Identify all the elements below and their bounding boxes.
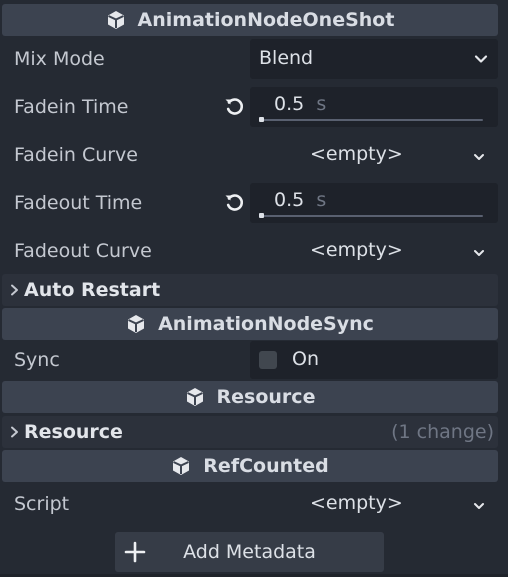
- property-fadein-curve: Fadein Curve <empty>: [0, 131, 508, 179]
- group-label: Auto Restart: [24, 279, 161, 301]
- mix-mode-dropdown[interactable]: Blend: [250, 39, 498, 79]
- reset-icon[interactable]: [223, 191, 245, 213]
- property-sync: Sync On: [0, 336, 508, 384]
- group-label: Resource: [24, 421, 123, 443]
- property-label: Mix Mode: [14, 48, 105, 70]
- sync-checkbox-label: On: [292, 348, 319, 370]
- group-resource[interactable]: Resource (1 change): [2, 416, 498, 448]
- chevron-right-icon: [11, 284, 18, 296]
- fadein-time-value: 0.5 s: [274, 93, 327, 115]
- fadein-time-slider-grabber[interactable]: [259, 117, 264, 122]
- cube-icon: [107, 11, 124, 29]
- script-picker[interactable]: <empty>: [250, 484, 498, 524]
- fadeout-time-unit: s: [316, 189, 327, 211]
- inspector-panel: AnimationNodeOneShot Mix Mode Blend Fade…: [0, 0, 508, 577]
- group-auto-restart[interactable]: Auto Restart: [2, 274, 498, 306]
- fadein-curve-value: <empty>: [310, 143, 403, 165]
- fadein-time-unit: s: [316, 93, 327, 115]
- section-title: AnimationNodeOneShot: [137, 9, 395, 31]
- fadeout-curve-picker[interactable]: <empty>: [250, 231, 498, 271]
- chevron-down-icon[interactable]: [471, 149, 487, 165]
- fadeout-time-value: 0.5 s: [274, 189, 327, 211]
- property-label: Fadeout Curve: [14, 240, 152, 262]
- fadein-time-spinbox[interactable]: 0.5 s: [250, 87, 498, 127]
- group-change-count: (1 change): [391, 421, 494, 443]
- section-title: RefCounted: [203, 455, 329, 477]
- fadein-time-slider[interactable]: [259, 119, 483, 121]
- chevron-down-icon: [474, 55, 488, 63]
- section-header-resource[interactable]: Resource: [2, 381, 498, 413]
- add-metadata-button[interactable]: Add Metadata: [115, 532, 384, 572]
- cube-icon: [173, 457, 190, 475]
- property-label: Fadein Time: [14, 96, 129, 118]
- chevron-down-icon[interactable]: [471, 498, 487, 514]
- sync-checkbox-field[interactable]: On: [250, 341, 498, 379]
- fadeout-time-slider-grabber[interactable]: [259, 213, 264, 218]
- cube-icon: [128, 315, 145, 333]
- fadeout-curve-value: <empty>: [310, 239, 403, 261]
- section-title: AnimationNodeSync: [158, 313, 374, 335]
- sync-checkbox[interactable]: [259, 351, 277, 369]
- fadeout-time-spinbox[interactable]: 0.5 s: [250, 183, 498, 223]
- property-label: Fadein Curve: [14, 144, 138, 166]
- section-title: Resource: [216, 386, 316, 408]
- script-value: <empty>: [310, 492, 403, 514]
- property-fadein-time: Fadein Time 0.5 s: [0, 83, 508, 131]
- property-label: Sync: [14, 349, 60, 371]
- property-fadeout-time: Fadeout Time 0.5 s: [0, 179, 508, 227]
- fadein-curve-picker[interactable]: <empty>: [250, 135, 498, 175]
- property-fadeout-curve: Fadeout Curve <empty>: [0, 227, 508, 275]
- cube-icon: [186, 388, 203, 406]
- section-header-animation-node-oneshot[interactable]: AnimationNodeOneShot: [2, 4, 498, 36]
- add-metadata-label: Add Metadata: [183, 541, 316, 563]
- property-label: Fadeout Time: [14, 192, 143, 214]
- property-script: Script <empty>: [0, 480, 508, 528]
- mix-mode-value: Blend: [259, 47, 314, 69]
- fadeout-time-slider[interactable]: [259, 215, 483, 217]
- property-label: Script: [14, 493, 70, 515]
- property-mix-mode: Mix Mode Blend: [0, 35, 508, 83]
- chevron-down-icon[interactable]: [471, 245, 487, 261]
- section-header-refcounted[interactable]: RefCounted: [2, 450, 498, 482]
- reset-icon[interactable]: [223, 95, 245, 117]
- chevron-right-icon: [11, 426, 18, 438]
